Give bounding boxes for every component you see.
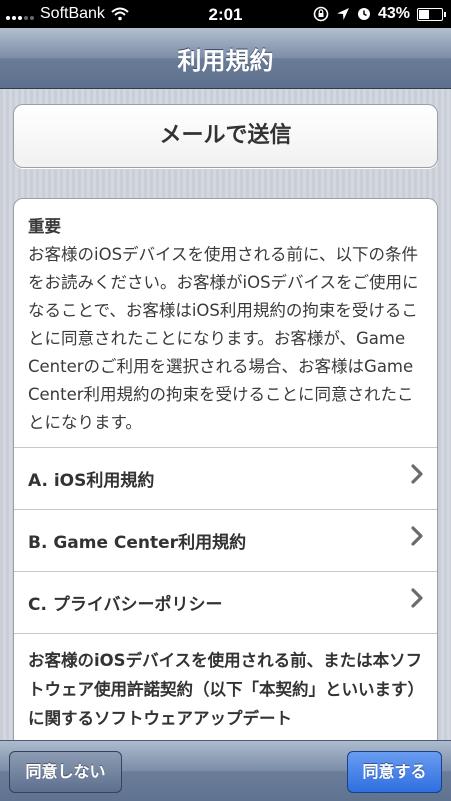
agree-button[interactable]: 同意する — [347, 751, 442, 793]
bottom-toolbar: 同意しない 同意する — [0, 740, 451, 801]
navigation-bar: 利用規約 — [0, 28, 451, 89]
terms-intro-text: お客様のiOSデバイスを使用される前に、以下の条件をお読みください。お客様がiO… — [28, 245, 419, 432]
terms-item-game-center[interactable]: B. Game Center利用規約 — [14, 509, 437, 571]
terms-item-label: A. iOS利用規約 — [28, 471, 155, 491]
alarm-icon — [357, 8, 370, 20]
chevron-right-icon — [411, 464, 423, 484]
terms-card: 重要 お客様のiOSデバイスを使用される前に、以下の条件をお読みください。お客様… — [13, 198, 438, 760]
battery-icon — [417, 7, 446, 21]
send-email-button[interactable]: メールで送信 — [13, 104, 438, 168]
terms-item-ios[interactable]: A. iOS利用規約 — [14, 447, 437, 509]
status-right: 43% — [313, 5, 446, 23]
rotation-lock-icon — [313, 6, 329, 22]
location-icon — [336, 8, 349, 20]
terms-intro: 重要 お客様のiOSデバイスを使用される前に、以下の条件をお読みください。お客様… — [14, 199, 437, 447]
status-bar: SoftBank 2:01 43% — [0, 0, 451, 28]
page-title: 利用規約 — [177, 47, 274, 75]
disagree-button[interactable]: 同意しない — [9, 751, 122, 793]
terms-item-privacy-policy[interactable]: C. プライバシーポリシー — [14, 571, 437, 633]
terms-heading: 重要 — [28, 217, 61, 236]
battery-percent: 43% — [377, 5, 410, 22]
terms-item-label: C. プライバシーポリシー — [28, 595, 223, 615]
terms-item-label: B. Game Center利用規約 — [28, 533, 247, 553]
chevron-right-icon — [411, 526, 423, 546]
chevron-right-icon — [411, 588, 423, 608]
terms-body-text: お客様のiOSデバイスを使用される前、または本ソフトウェア使用許諾契約（以下「本… — [14, 633, 437, 745]
